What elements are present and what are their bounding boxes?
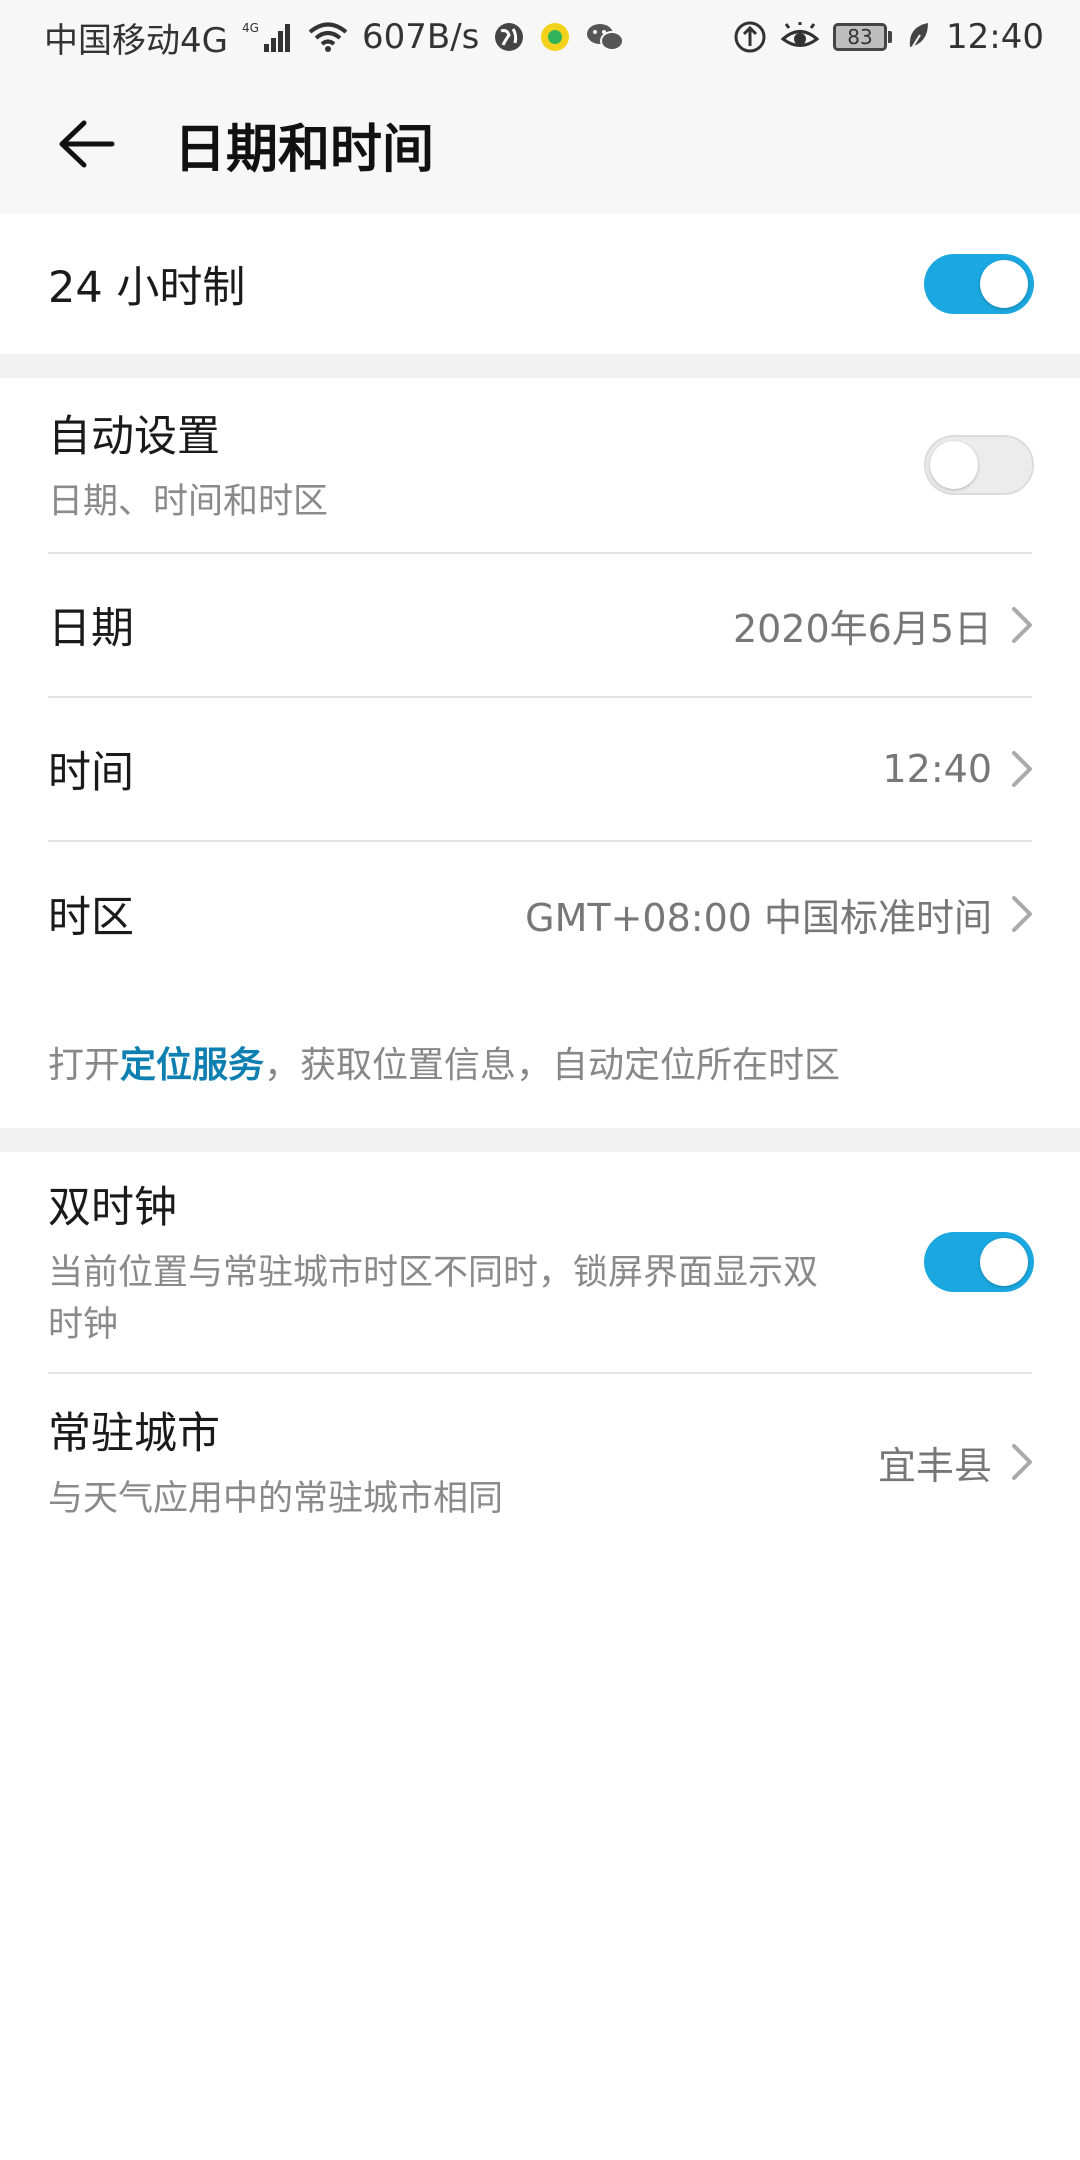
date-value: 2020年6月5日	[732, 606, 992, 651]
dual-clock-label: 双时钟	[48, 1183, 177, 1233]
wechat-icon	[585, 21, 625, 53]
home-city-sub: 与天气应用中的常驻城市相同	[48, 1479, 504, 1519]
page-title: 日期和时间	[174, 119, 435, 180]
home-city-label: 常驻城市	[48, 1409, 220, 1459]
svg-text:4G: 4G	[242, 21, 259, 35]
row-auto-set[interactable]: 自动设置 日期、时间和时区	[0, 378, 1080, 552]
eye-comfort-icon	[781, 22, 820, 52]
timezone-label: 时区	[48, 893, 134, 943]
app-bar: 日期和时间	[0, 74, 1080, 214]
row-date[interactable]: 日期 2020年6月5日	[0, 554, 1080, 696]
hour24-toggle[interactable]	[924, 254, 1034, 314]
location-hint: 打开定位服务，获取位置信息，自动定位所在时区	[48, 1045, 841, 1086]
timezone-value: GMT+08:00 中国标准时间	[525, 895, 992, 940]
row-24-hour-label: 24 小时制	[48, 263, 246, 313]
back-arrow-icon	[59, 120, 115, 168]
row-dual-clock[interactable]: 双时钟 当前位置与常驻城市时区不同时，锁屏界面显示双时钟	[0, 1152, 1080, 1372]
signal-icon: 4G	[242, 20, 294, 54]
back-button[interactable]	[46, 104, 126, 184]
carrier-label: 中国移动4G	[44, 20, 228, 61]
dual-clock-sub: 当前位置与常驻城市时区不同时，锁屏界面显示双时钟	[48, 1253, 819, 1345]
time-label: 时间	[48, 748, 134, 798]
music-app-icon	[539, 21, 571, 53]
time-value: 12:40	[882, 747, 992, 791]
location-service-link[interactable]: 定位服务	[120, 1045, 264, 1086]
chevron-right-icon	[1012, 751, 1032, 787]
row-24-hour[interactable]: 24 小时制	[0, 214, 1080, 354]
battery-level: 83	[833, 23, 888, 51]
chevron-right-icon	[1012, 1444, 1032, 1480]
section-gap	[0, 354, 1080, 378]
home-city-value: 宜丰县	[877, 1443, 992, 1488]
globe-icon	[493, 21, 525, 53]
status-time: 12:40	[946, 17, 1044, 57]
auto-set-sub: 日期、时间和时区	[48, 482, 329, 522]
network-speed: 607B/s	[361, 17, 480, 57]
data-saver-icon	[733, 20, 767, 54]
date-label: 日期	[48, 604, 134, 654]
battery-icon: 83	[833, 23, 893, 51]
row-time[interactable]: 时间 12:40	[0, 698, 1080, 840]
dual-clock-toggle[interactable]	[924, 1232, 1034, 1292]
status-bar: 中国移动4G 4G 607B/s 83 12:40	[0, 0, 1080, 74]
section-gap	[0, 1128, 1080, 1152]
chevron-right-icon	[1012, 607, 1032, 643]
auto-set-label: 自动设置	[48, 412, 220, 462]
row-home-city[interactable]: 常驻城市 与天气应用中的常驻城市相同 宜丰县	[0, 1374, 1080, 1550]
row-timezone[interactable]: 时区 GMT+08:00 中国标准时间	[0, 842, 1080, 986]
auto-set-toggle[interactable]	[924, 435, 1034, 495]
chevron-right-icon	[1012, 896, 1032, 932]
leaf-icon	[906, 21, 932, 53]
wifi-icon	[308, 21, 348, 53]
